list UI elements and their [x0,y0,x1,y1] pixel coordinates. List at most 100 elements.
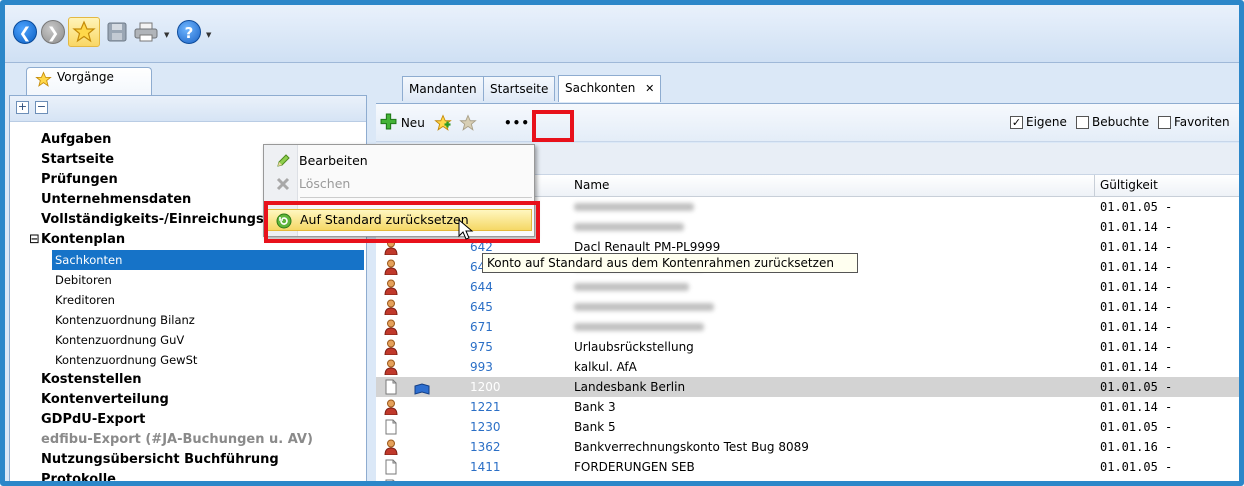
tree-item-kontenzuordnung-bilanz[interactable]: Kontenzuordnung Bilanz [55,310,195,330]
checkbox-box [1158,115,1171,129]
column-header-name[interactable]: Name [574,178,609,192]
account-number[interactable]: 1501 [470,477,501,481]
table-row[interactable]: 1362 Bankverrechnungskonto Test Bug 8089 0… [376,437,1239,457]
tab-label: Vorgänge [57,70,114,84]
tab-vorgaenge[interactable]: Vorgänge [26,67,152,95]
checkbox-box: ✓ [1010,115,1023,129]
collapse-all-button[interactable]: − [35,101,48,114]
person-icon [384,299,398,316]
table-row[interactable]: 1200 Landesbank Berlin 01.01.05 - [376,377,1239,397]
tree-item-startseite[interactable]: Startseite [41,150,114,170]
eigene-checkbox[interactable]: ✓ Eigene [1010,115,1067,129]
tree-item-kontenzuordnung-guv[interactable]: Kontenzuordnung GuV [55,330,184,350]
favoriten-checkbox[interactable]: Favoriten [1158,115,1230,129]
account-number[interactable]: 671 [470,317,493,337]
redacted-name [574,303,714,311]
menu-item-label: Löschen [299,176,351,191]
back-arrow-icon[interactable]: ❮ [13,17,37,47]
tree-item-aufgaben[interactable]: Aufgaben [41,130,111,150]
printer-icon[interactable] [133,17,159,47]
account-number[interactable]: 1221 [470,397,501,417]
table-row[interactable]: 975 Urlaubsrückstellung 01.01.14 - [376,337,1239,357]
tab-mandanten[interactable]: Mandanten [402,76,484,101]
table-row[interactable]: 644 01.01.14 - [376,277,1239,297]
person-icon [384,439,398,456]
validity-value: 01.01.05 - [1100,477,1172,481]
checkbox-label: Favoriten [1174,115,1230,129]
tree-item-nutzungsuebersicht[interactable]: Nutzungsübersicht Buchführung [41,450,279,470]
tree-item-gdpdu-export[interactable]: GDPdU-Export [41,410,145,430]
save-disk-icon[interactable] [105,17,129,47]
tooltip: Konto auf Standard aus dem Kontenrahmen … [482,253,858,273]
star-icon [35,71,52,87]
expand-all-button[interactable]: + [16,101,29,114]
plus-icon [380,113,397,130]
column-header-validity[interactable]: Gültigkeit [1100,178,1158,192]
account-number[interactable]: 993 [470,357,493,377]
tree-item-edfibu-export[interactable]: edfibu-Export (#JA-Buchungen u. AV) [41,430,313,450]
help-dropdown-arrow-icon[interactable]: ▼ [206,31,211,39]
redacted-name [574,223,684,231]
tree-item-sachkonten[interactable]: Sachkonten [52,250,364,270]
account-number[interactable]: 975 [470,337,493,357]
tree-item-kontenplan[interactable]: Kontenplan [41,230,125,250]
highlight-box-reset-item [264,201,540,243]
forward-arrow-icon[interactable]: ❯ [41,17,65,47]
account-name: Urlaubsrückstellung [574,340,694,354]
table-row[interactable]: 1411 FORDERUNGEN SEB 01.01.05 - [376,457,1239,477]
book-icon [414,381,430,395]
checkbox-label: Eigene [1026,115,1067,129]
new-button[interactable]: Neu [380,111,425,135]
person-icon [384,279,398,296]
add-favorite-icon[interactable] [434,111,452,135]
tree-item-protokolle[interactable]: Protokolle [41,470,116,481]
more-options-button[interactable]: ••• [504,111,530,135]
menu-item-bearbeiten[interactable]: Bearbeiten [266,150,532,172]
tab-sachkonten[interactable]: Sachkonten ✕ [558,75,662,102]
print-dropdown-arrow-icon[interactable]: ▼ [164,31,169,39]
tree-item-pruefungen[interactable]: Prüfungen [41,170,118,190]
table-row[interactable]: 993 kalkul. AfA 01.01.14 - [376,357,1239,377]
table-row[interactable]: 1501 Ford.Krankenkassen 01.01.05 - [376,477,1239,481]
validity-value: 01.01.14 - [1100,240,1173,254]
tree-item-debitoren[interactable]: Debitoren [55,270,112,290]
account-number[interactable]: 645 [470,297,493,317]
tree-item-kreditoren[interactable]: Kreditoren [55,290,115,310]
tree-item-vollstaendigkeit[interactable]: Vollständigkeits-/Einreichungserl [41,210,265,230]
remove-favorite-icon[interactable] [459,111,477,135]
validity-value: 01.01.05 - [1100,460,1173,474]
validity-value: 01.01.05 - [1100,200,1173,214]
person-icon [384,259,398,276]
account-number[interactable]: 1230 [470,417,501,437]
tree-item-unternehmensdaten[interactable]: Unternehmensdaten [41,190,191,210]
document-icon [384,419,398,435]
account-number[interactable]: 1362 [470,437,501,457]
validity-value: 01.01.14 - [1100,340,1173,354]
tab-startseite[interactable]: Startseite [483,76,556,101]
account-number[interactable]: 1200 [470,377,501,397]
bebuchte-checkbox[interactable]: Bebuchte [1076,115,1149,129]
star-favorites-icon[interactable] [68,17,100,47]
tree-item-kontenzuordnung-gewst[interactable]: Kontenzuordnung GewSt [55,350,197,370]
validity-value: 01.01.14 - [1100,320,1173,334]
application-window: ❮ ❯ ▼ ? ▼ Vorgänge + − Aufgaben Startsei… [0,0,1244,486]
table-row[interactable]: 645 01.01.14 - [376,297,1239,317]
checkbox-label: Bebuchte [1092,115,1150,129]
menu-item-loeschen[interactable]: Löschen [266,173,532,195]
account-name: Bankverrechnungskonto Test Bug 8089 [574,440,809,454]
tab-close-icon[interactable]: ✕ [645,82,654,95]
account-number[interactable]: 644 [470,277,493,297]
document-icon [384,379,398,395]
kontenplan-collapse-toggle[interactable]: ⊟ [29,230,40,250]
menu-item-label: Bearbeiten [299,153,368,168]
table-row[interactable]: 1230 Bank 5 01.01.05 - [376,417,1239,437]
table-row[interactable]: 671 01.01.14 - [376,317,1239,337]
table-row[interactable]: 1221 Bank 3 01.01.14 - [376,397,1239,417]
help-icon[interactable]: ? [177,17,201,47]
tree-item-kontenverteilung[interactable]: Kontenverteilung [41,390,169,410]
tree-item-kostenstellen[interactable]: Kostenstellen [41,370,142,390]
validity-value: 01.01.14 - [1100,300,1173,314]
redacted-name [574,203,694,211]
account-number[interactable]: 1411 [470,457,501,477]
account-name: Bank 5 [574,420,616,434]
